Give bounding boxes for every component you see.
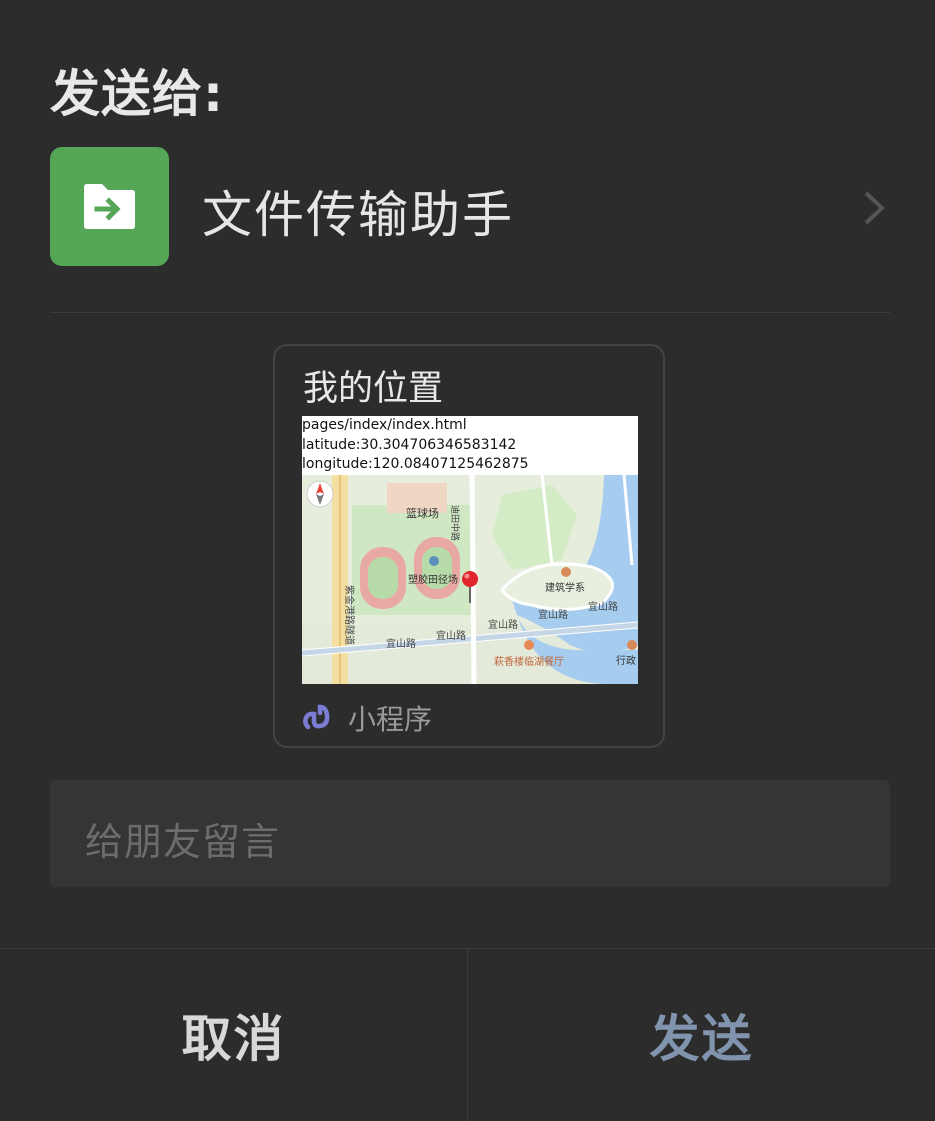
map-label: 建筑学系 xyxy=(545,581,585,594)
contact-name: 文件传输助手 xyxy=(202,186,514,244)
card-title: 我的位置 xyxy=(303,369,444,409)
send-button[interactable]: 发送 xyxy=(468,949,935,1121)
map-label: 行政 xyxy=(616,654,636,667)
map-label: 宜山路 xyxy=(488,618,518,631)
cancel-button[interactable]: 取消 xyxy=(0,949,468,1121)
message-input[interactable]: 给朋友留言 xyxy=(50,780,890,887)
map-label: 塑胶田径场 xyxy=(408,573,458,586)
map-label: 迪田中路 xyxy=(449,505,461,541)
message-placeholder: 给朋友留言 xyxy=(85,820,281,864)
map-label: 宜山路 xyxy=(436,629,466,642)
map-label: 紫金港路隧道 xyxy=(343,585,356,645)
action-bar: 取消 发送 xyxy=(0,948,935,1121)
contact-row[interactable]: 文件传输助手 xyxy=(50,147,890,267)
mini-program-icon xyxy=(303,704,330,730)
dialog-title: 发送给: xyxy=(50,65,224,123)
map-label: 篮球场 xyxy=(406,506,439,520)
card-preview: pages/index/index.html latitude:30.30470… xyxy=(302,416,638,684)
preview-text: pages/index/index.html latitude:30.30470… xyxy=(302,416,638,474)
preview-line: pages/index/index.html xyxy=(302,417,467,433)
mini-program-label: 小程序 xyxy=(348,703,433,736)
map-image: 篮球场 塑胶田径场 建筑学系 萩香楼临湖餐厅 宜山路 宜山路 宜山路 宜山路 宜… xyxy=(302,475,638,684)
map-label: 宜山路 xyxy=(538,608,568,621)
mini-program-card[interactable]: 我的位置 pages/index/index.html latitude:30.… xyxy=(273,344,665,748)
preview-line: longitude:120.08407125462875 xyxy=(302,456,529,472)
preview-line: latitude:30.304706346583142 xyxy=(302,436,517,453)
folder-arrow-icon xyxy=(84,184,135,229)
contact-avatar xyxy=(50,147,169,266)
map-label: 萩香楼临湖餐厅 xyxy=(494,655,564,668)
map-label: 宜山路 xyxy=(386,637,416,650)
map-label: 宜山路 xyxy=(588,600,618,613)
divider xyxy=(50,312,890,313)
chevron-right-icon xyxy=(864,191,885,225)
